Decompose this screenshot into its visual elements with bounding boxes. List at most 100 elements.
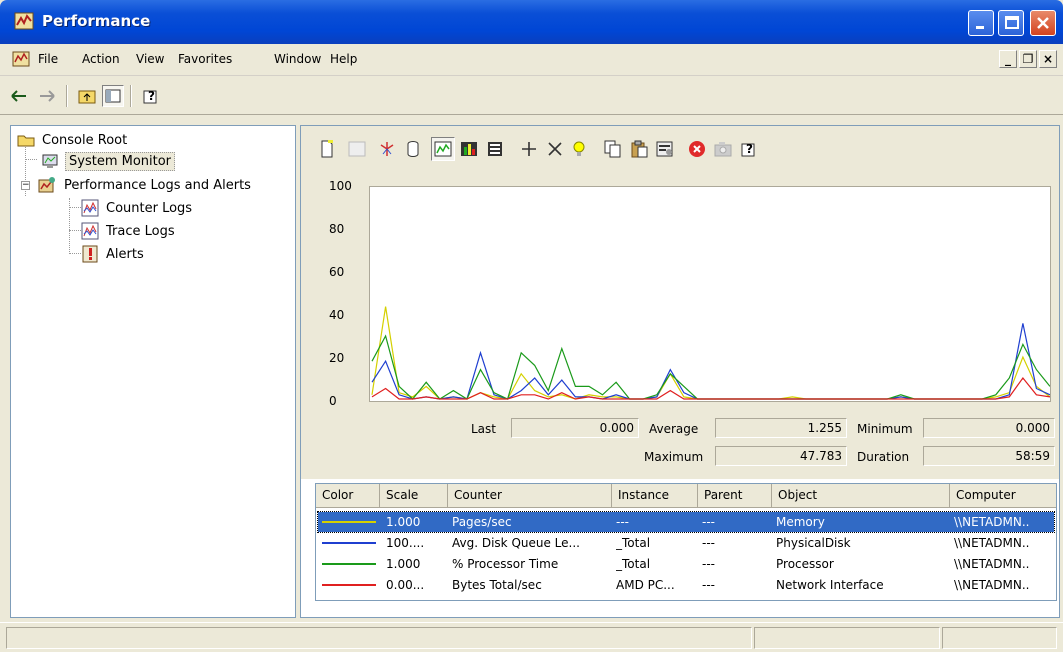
system-monitor-toolbar: ? [301, 126, 1059, 174]
parent-cell: --- [702, 578, 715, 592]
system-monitor-icon [42, 154, 58, 168]
column-header-counter[interactable]: Counter [448, 484, 612, 508]
counter-cell: Pages/sec [452, 515, 512, 529]
highlight-button[interactable] [567, 137, 591, 161]
y-tick-label: 20 [329, 351, 345, 365]
menu-favorites[interactable]: Favorites [178, 52, 232, 66]
view-histogram-button[interactable] [457, 137, 481, 161]
window-title: Performance [42, 12, 151, 30]
view-current-activity-button[interactable] [375, 137, 399, 161]
title-bar: Performance [0, 0, 1063, 44]
close-button[interactable] [1030, 10, 1056, 36]
menu-help[interactable]: Help [330, 52, 357, 66]
performance-logs-icon [38, 177, 55, 193]
toolbar-separator [66, 85, 68, 107]
column-header-object[interactable]: Object [772, 484, 950, 508]
y-tick-label: 0 [329, 394, 337, 408]
menu-window[interactable]: Window [274, 52, 321, 66]
graph-view-icon [434, 141, 452, 157]
instance-cell: AMD PC... [616, 578, 675, 592]
tree-item-system-monitor[interactable]: System Monitor [41, 151, 176, 171]
status-panel [6, 627, 752, 649]
properties-button[interactable] [653, 137, 677, 161]
scale-cell: 0.00... [386, 578, 425, 592]
column-header-parent[interactable]: Parent [698, 484, 772, 508]
copy-properties-button[interactable] [601, 137, 625, 161]
mmc-document-icon[interactable] [12, 50, 30, 68]
help-button[interactable]: ? [140, 85, 162, 107]
counter-cell: Avg. Disk Queue Le... [452, 536, 580, 550]
help-button-monitor[interactable]: ? [737, 137, 761, 161]
menu-bar: File Action View Favorites Window Help _… [0, 44, 1063, 76]
minimum-value: 0.000 [923, 418, 1055, 438]
counter-cell: Bytes Total/sec [452, 578, 542, 592]
performance-line-chart [369, 186, 1051, 402]
folder-up-icon [78, 90, 96, 104]
mdi-close-button[interactable]: × [1039, 50, 1057, 68]
help-icon: ? [143, 89, 157, 104]
menu-action[interactable]: Action [82, 52, 120, 66]
column-header-instance[interactable]: Instance [612, 484, 698, 508]
clear-display-icon [348, 141, 366, 157]
menu-view[interactable]: View [136, 52, 164, 66]
paste-clipboard-icon [631, 140, 648, 158]
new-counter-set-button[interactable] [315, 137, 339, 161]
tree-item-alerts[interactable]: Alerts [81, 244, 147, 264]
maximize-button[interactable] [998, 10, 1024, 36]
color-swatch [322, 542, 376, 544]
svg-text:?: ? [746, 142, 753, 156]
new-document-icon [321, 140, 333, 158]
add-counter-button[interactable] [517, 137, 541, 161]
clear-display-button[interactable] [345, 137, 369, 161]
view-report-button[interactable] [483, 137, 507, 161]
series-line-2 [371, 323, 1050, 400]
last-label: Last [471, 422, 496, 436]
system-monitor-pane: ? 100 80 60 40 20 0 Last 0.000 Average 1… [300, 125, 1060, 618]
scale-cell: 1.000 [386, 557, 421, 571]
object-cell: PhysicalDisk [776, 536, 851, 550]
counter-log-icon [81, 199, 99, 217]
console-tree-icon [105, 89, 121, 103]
tree-item-trace-logs[interactable]: Trace Logs [81, 221, 178, 241]
maximum-value: 47.783 [715, 446, 847, 466]
parent-cell: --- [702, 515, 715, 529]
delete-counter-button[interactable] [543, 137, 567, 161]
back-arrow-icon [11, 90, 26, 102]
computer-cell: \\NETADMN.. [954, 515, 1030, 529]
view-log-data-button[interactable] [401, 137, 425, 161]
average-value: 1.255 [715, 418, 847, 438]
y-tick-label: 60 [329, 265, 345, 279]
legend-row[interactable]: 0.00... Bytes Total/sec AMD PC... --- Ne… [318, 575, 1054, 595]
computer-cell: \\NETADMN.. [954, 578, 1030, 592]
minimize-button[interactable] [968, 10, 994, 36]
legend-row[interactable]: 1.000 % Processor Time _Total --- Proces… [318, 554, 1054, 574]
show-hide-console-tree-button[interactable] [102, 85, 124, 107]
mdi-minimize-button[interactable]: _ [999, 50, 1017, 68]
legend-row[interactable]: 1.000 Pages/sec --- --- Memory \\NETADMN… [317, 511, 1055, 533]
back-button[interactable] [8, 85, 30, 107]
column-header-scale[interactable]: Scale [380, 484, 448, 508]
tree-label: Alerts [106, 246, 144, 262]
freeze-display-button[interactable] [685, 137, 709, 161]
menu-file[interactable]: File [38, 52, 58, 66]
column-header-color[interactable]: Color [316, 484, 380, 508]
average-label: Average [649, 422, 699, 436]
mdi-restore-button[interactable]: ❐ [1019, 50, 1037, 68]
paste-counter-list-button[interactable] [627, 137, 651, 161]
forward-button[interactable] [36, 85, 58, 107]
tree-item-console-root[interactable]: Console Root [17, 130, 130, 150]
legend-row[interactable]: 100.... Avg. Disk Queue Le... _Total ---… [318, 533, 1054, 553]
series-line-3 [371, 334, 1050, 400]
tree-item-counter-logs[interactable]: Counter Logs [81, 198, 195, 218]
view-graph-button[interactable] [431, 137, 455, 161]
delete-x-icon [548, 142, 562, 156]
column-header-computer[interactable]: Computer [950, 484, 1056, 508]
scale-cell: 100.... [386, 536, 425, 550]
update-data-button[interactable] [711, 137, 735, 161]
instance-cell: _Total [616, 557, 651, 571]
tree-item-performance-logs-alerts[interactable]: Performance Logs and Alerts [37, 175, 254, 195]
up-one-level-button[interactable] [76, 85, 98, 107]
svg-text:?: ? [148, 89, 155, 103]
collapse-toggle[interactable]: − [21, 181, 30, 190]
help-icon: ? [741, 142, 755, 157]
